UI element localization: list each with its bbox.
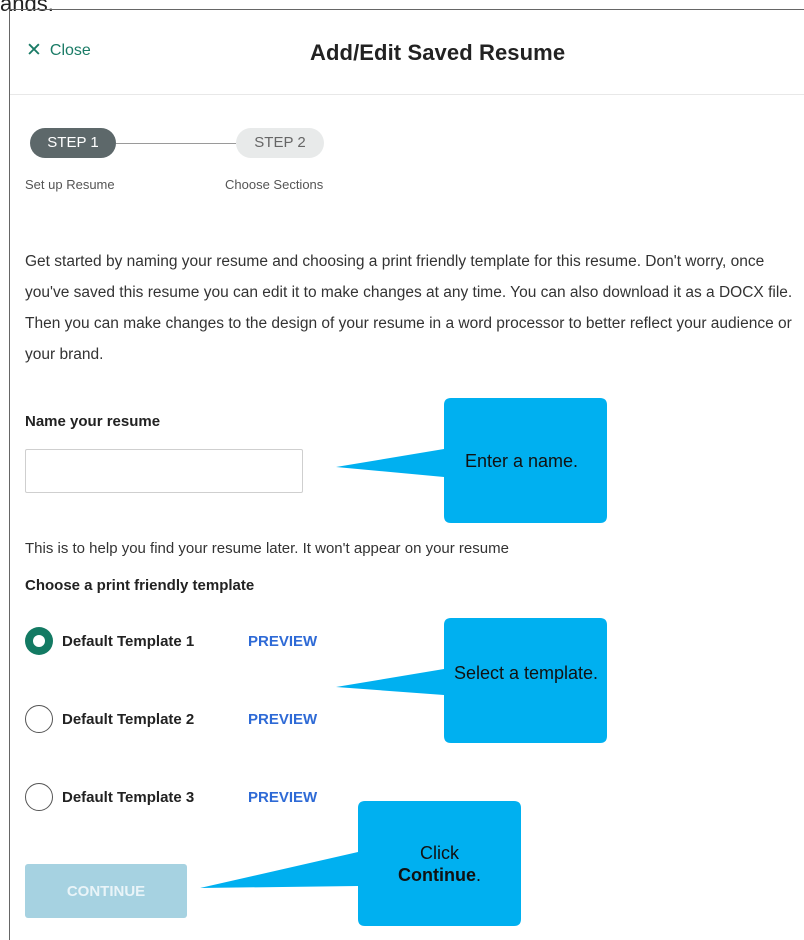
continue-button[interactable]: CONTINUE (25, 864, 187, 918)
close-x-icon: ✕ (26, 40, 42, 61)
step-2-caption: Choose Sections (225, 177, 324, 192)
stepper-connector (116, 143, 236, 144)
name-resume-label: Name your resume (25, 413, 161, 430)
step-1-caption: Set up Resume (25, 177, 115, 192)
template-option-label[interactable]: Default Template 2 (62, 711, 248, 728)
dialog-header: ✕ Close Add/Edit Saved Resume (10, 10, 804, 95)
intro-paragraph: Get started by naming your resume and ch… (25, 253, 793, 363)
resume-name-input[interactable] (25, 449, 303, 493)
stepper: STEP 1 STEP 2 Set up Resume Choose Secti… (25, 128, 368, 192)
callout-select-template: Select a template. (334, 617, 609, 745)
callout-click-continue: Click Continue. (198, 800, 524, 928)
step-2-pill[interactable]: STEP 2 (236, 128, 324, 158)
radio-unchecked-icon[interactable] (25, 783, 53, 811)
dialog-title: Add/Edit Saved Resume (310, 40, 566, 65)
callout-text: Enter a name. (464, 451, 579, 471)
radio-unchecked-icon[interactable] (25, 705, 53, 733)
close-button[interactable]: ✕ Close (26, 41, 91, 60)
step-1-pill[interactable]: STEP 1 (30, 128, 116, 158)
template-option-2[interactable]: Default Template 2 PREVIEW (25, 705, 317, 733)
preview-link[interactable]: PREVIEW (248, 633, 317, 650)
template-option-label[interactable]: Default Template 1 (62, 633, 248, 650)
template-section-label: Choose a print friendly template (25, 577, 255, 594)
radio-checked-icon[interactable] (25, 627, 53, 655)
name-helper-text: This is to help you find your resume lat… (25, 540, 509, 557)
template-option-1[interactable]: Default Template 1 PREVIEW (25, 627, 317, 655)
preview-link[interactable]: PREVIEW (248, 711, 317, 728)
callout-text: Click Continue. (397, 843, 481, 885)
close-label: Close (49, 41, 91, 59)
callout-enter-name: Enter a name. (334, 397, 609, 525)
callout-text: Select a template. (453, 663, 599, 683)
